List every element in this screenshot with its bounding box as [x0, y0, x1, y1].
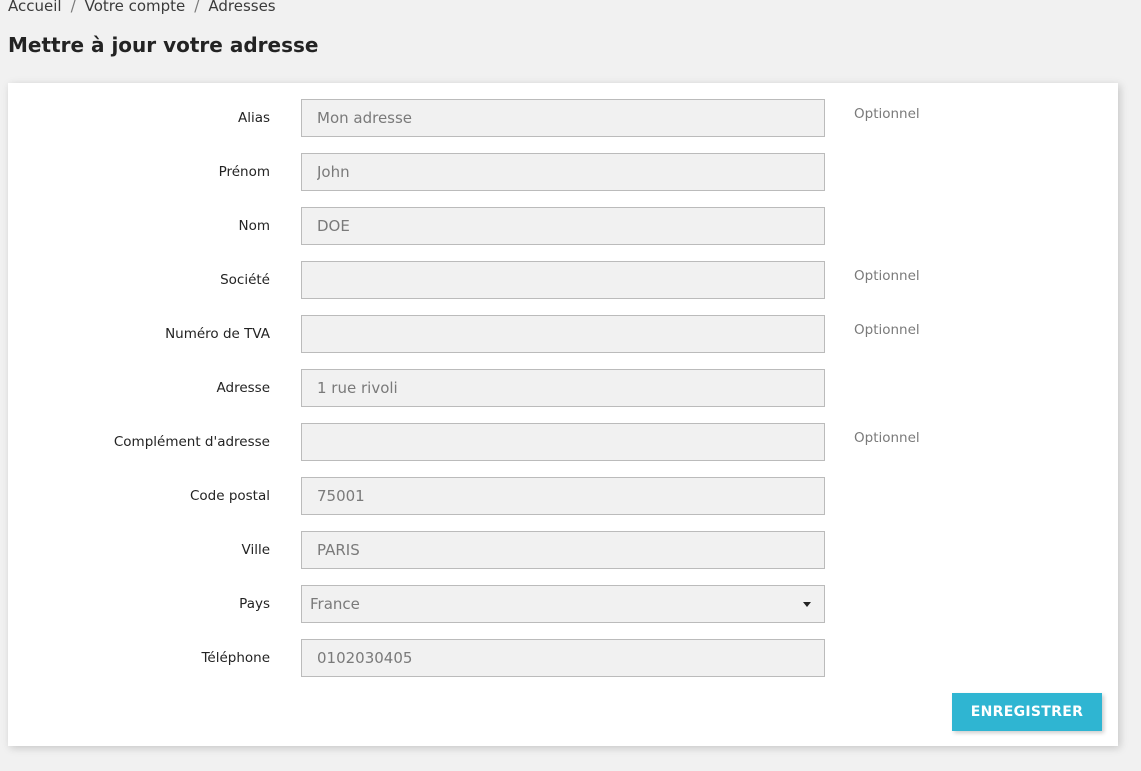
firstname-input[interactable]: [301, 153, 825, 191]
vat-number-optional-hint: Optionnel: [854, 322, 920, 338]
postcode-input[interactable]: [301, 477, 825, 515]
caret-down-icon: [803, 602, 811, 607]
address-complement-row: Complément d'adresse Optionnel: [8, 423, 1118, 461]
alias-optional-hint: Optionnel: [854, 106, 920, 122]
lastname-label: Nom: [238, 218, 270, 234]
phone-row: Téléphone: [8, 639, 1118, 677]
address-complement-label: Complément d'adresse: [113, 434, 270, 450]
vat-number-row: Numéro de TVA Optionnel: [8, 315, 1118, 353]
breadcrumb-separator: /: [70, 0, 76, 15]
alias-row: Alias Optionnel: [8, 99, 1118, 137]
country-label: Pays: [239, 596, 270, 612]
city-input[interactable]: [301, 531, 825, 569]
breadcrumb-separator: /: [194, 0, 200, 15]
save-button[interactable]: ENREGISTRER: [952, 693, 1102, 731]
country-selected-value: France: [310, 595, 360, 613]
breadcrumb-home-link[interactable]: Accueil: [8, 0, 62, 15]
country-row: Pays France: [8, 585, 1118, 623]
company-input[interactable]: [301, 261, 825, 299]
phone-label: Téléphone: [201, 650, 270, 666]
address-input[interactable]: [301, 369, 825, 407]
city-row: Ville: [8, 531, 1118, 569]
address-complement-input[interactable]: [301, 423, 825, 461]
page-title: Mettre à jour votre adresse: [8, 33, 319, 57]
alias-label: Alias: [237, 110, 270, 126]
company-optional-hint: Optionnel: [854, 268, 920, 284]
address-row: Adresse: [8, 369, 1118, 407]
firstname-label: Prénom: [218, 164, 270, 180]
postcode-row: Code postal: [8, 477, 1118, 515]
company-label: Société: [220, 272, 270, 288]
breadcrumb-account-link[interactable]: Votre compte: [85, 0, 186, 15]
address-complement-optional-hint: Optionnel: [854, 430, 920, 446]
address-form-card: Alias Optionnel Prénom Nom Société Optio…: [8, 83, 1118, 746]
firstname-row: Prénom: [8, 153, 1118, 191]
address-label: Adresse: [216, 380, 271, 396]
vat-number-input[interactable]: [301, 315, 825, 353]
alias-input[interactable]: [301, 99, 825, 137]
breadcrumb-addresses-link[interactable]: Adresses: [208, 0, 275, 15]
lastname-input[interactable]: [301, 207, 825, 245]
country-select[interactable]: France: [301, 585, 825, 623]
postcode-label: Code postal: [189, 488, 270, 504]
vat-number-label: Numéro de TVA: [165, 326, 270, 342]
company-row: Société Optionnel: [8, 261, 1118, 299]
phone-input[interactable]: [301, 639, 825, 677]
lastname-row: Nom: [8, 207, 1118, 245]
breadcrumb: Accueil / Votre compte / Adresses: [8, 0, 276, 15]
city-label: Ville: [241, 542, 271, 558]
